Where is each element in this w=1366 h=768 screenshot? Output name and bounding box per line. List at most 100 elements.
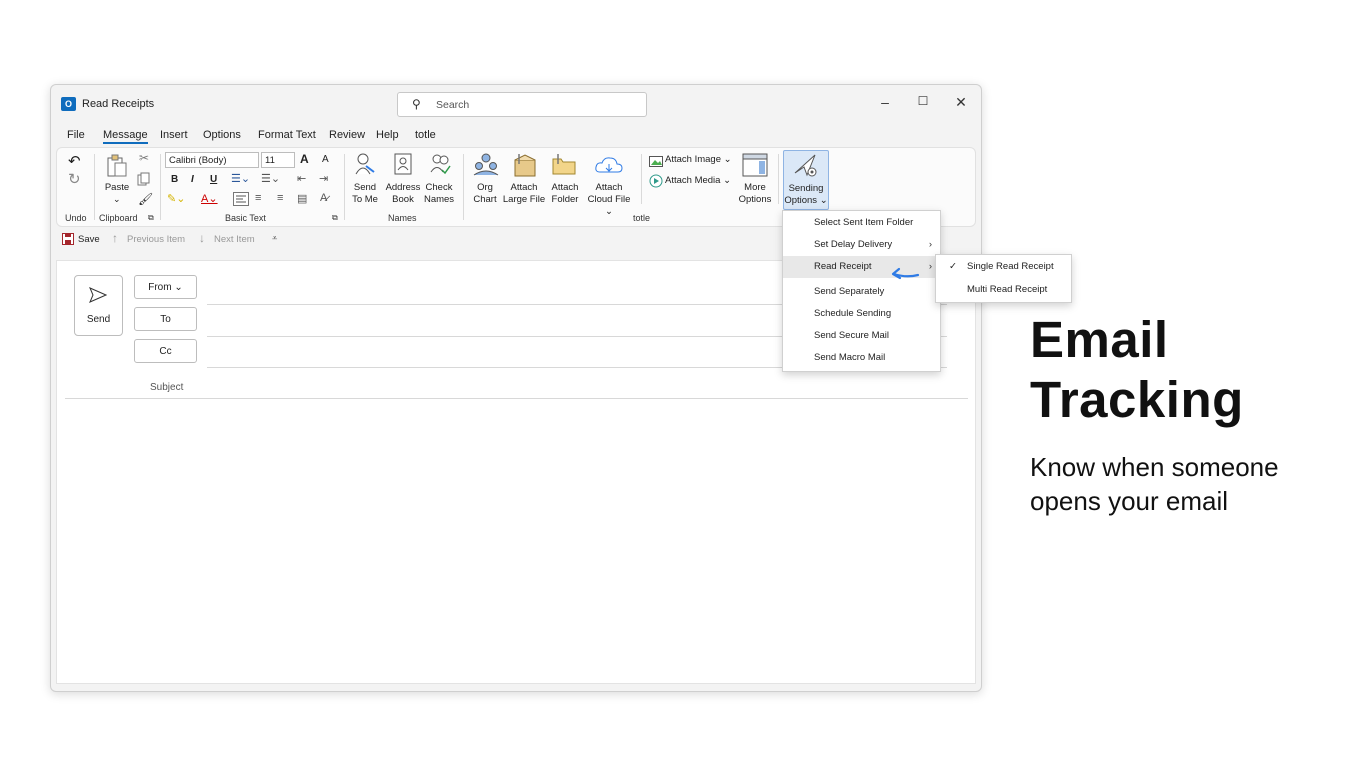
org-chart-button[interactable]: Org Chart [470, 182, 500, 206]
menu-insert[interactable]: Insert [160, 129, 188, 141]
search-box[interactable]: ⚲ Search [397, 92, 647, 117]
attach-media-button[interactable]: Attach Media ⌄ [665, 175, 731, 187]
menu-options[interactable]: Options [203, 129, 241, 141]
totle-group-label: totle [633, 213, 651, 223]
checkmark-icon: ✓ [949, 261, 957, 272]
grow-font-button[interactable]: A [300, 152, 309, 166]
send-to-me-icon[interactable] [354, 152, 376, 181]
customize-toolbar-icon[interactable]: ⩡ [272, 233, 277, 245]
address-book-label-1: Address [385, 182, 421, 193]
highlight-icon[interactable]: ✎⌄ [167, 192, 185, 205]
attach-large-file-icon[interactable] [510, 152, 538, 183]
chevron-right-icon: › [928, 239, 932, 250]
copy-icon[interactable] [137, 172, 151, 191]
subject-field[interactable] [65, 398, 968, 399]
attach-cloud-file-label-1: Attach [595, 182, 623, 193]
address-book-button[interactable]: Address Book [382, 182, 424, 206]
previous-item-button[interactable]: Previous Item [127, 234, 185, 246]
menu-item-label: Select Sent Item Folder [814, 217, 914, 228]
attach-media-label: Attach Media [665, 175, 721, 186]
shrink-font-button[interactable]: A [322, 154, 329, 165]
attach-media-icon[interactable] [649, 174, 663, 193]
search-icon: ⚲ [412, 97, 421, 111]
menu-item-select-sent-item-folder[interactable]: Select Sent Item Folder [783, 212, 940, 234]
underline-button[interactable]: U [210, 174, 217, 185]
to-button[interactable]: To [134, 307, 197, 331]
justify-icon[interactable]: ▤ [297, 192, 307, 205]
org-chart-icon[interactable] [473, 152, 499, 181]
redo-icon[interactable]: ↻ [68, 170, 81, 188]
increase-indent-icon[interactable]: ⇥ [319, 172, 328, 185]
promo-subtitle-line-2: opens your email [1030, 486, 1228, 516]
send-to-me-button[interactable]: Send To Me [348, 182, 382, 206]
send-button[interactable]: Send [74, 275, 123, 336]
maximize-button[interactable]: ☐ [911, 94, 935, 114]
align-left-icon[interactable] [233, 192, 249, 211]
attach-folder-label-2: Folder [551, 194, 579, 205]
address-book-icon[interactable] [393, 152, 413, 181]
paste-label[interactable]: Paste [103, 182, 131, 194]
title-bar: O Read Receipts ⚲ Search – ☐ ✕ [51, 85, 981, 123]
more-options-icon[interactable] [742, 153, 768, 182]
send-label: Send [86, 314, 111, 325]
attach-image-icon[interactable] [649, 154, 663, 172]
org-chart-label-1: Org [477, 182, 493, 193]
italic-button[interactable]: I [191, 174, 194, 185]
more-options-label-1: More [744, 182, 766, 193]
save-icon[interactable] [62, 233, 74, 248]
align-right-icon[interactable]: ≡ [277, 192, 283, 204]
menu-item-send-secure-mail[interactable]: Send Secure Mail [783, 325, 940, 347]
menu-help[interactable]: Help [376, 129, 399, 141]
close-button[interactable]: ✕ [949, 94, 973, 114]
font-name-box[interactable]: Calibri (Body) [165, 152, 259, 168]
menu-message[interactable]: Message [103, 129, 148, 144]
attach-large-file-button[interactable]: Attach Large File [502, 182, 546, 206]
align-center-icon[interactable]: ≡ [255, 192, 261, 204]
attach-cloud-file-icon[interactable] [594, 154, 624, 181]
sending-options-label: Sending Options ⌄ [784, 183, 828, 206]
menu-format-text[interactable]: Format Text [258, 129, 316, 141]
menu-item-send-macro-mail[interactable]: Send Macro Mail [783, 347, 940, 369]
paste-chevron-icon[interactable]: ⌄ [113, 194, 121, 205]
save-button[interactable]: Save [78, 234, 100, 246]
font-color-icon[interactable]: A⌄ [201, 192, 218, 205]
menu-item-multi-read-receipt[interactable]: Multi Read Receipt [936, 279, 1071, 301]
menu-file[interactable]: File [67, 129, 85, 141]
numbering-icon[interactable]: ☰⌄ [261, 172, 280, 185]
cut-icon[interactable]: ✂ [139, 151, 149, 165]
attach-image-button[interactable]: Attach Image ⌄ [665, 154, 732, 166]
sending-options-button[interactable]: Sending Options ⌄ [783, 150, 829, 210]
clipboard-icon[interactable] [106, 154, 128, 183]
font-size-box[interactable]: 11 [261, 152, 295, 168]
check-names-button[interactable]: Check Names [421, 182, 457, 206]
address-book-label-2: Book [392, 194, 414, 205]
send-icon [89, 287, 108, 306]
menu-item-set-delay-delivery[interactable]: Set Delay Delivery › [783, 234, 940, 256]
clipboard-launcher-icon[interactable]: ⧉ [148, 213, 154, 223]
menu-item-schedule-sending[interactable]: Schedule Sending [783, 303, 940, 325]
check-names-icon[interactable] [428, 152, 452, 181]
bullets-icon[interactable]: ☰⌄ [231, 172, 250, 185]
menu-review[interactable]: Review [329, 129, 365, 141]
check-names-label-2: Names [423, 194, 455, 205]
outlook-window: O Read Receipts ⚲ Search – ☐ ✕ File Mess… [50, 84, 982, 692]
attach-cloud-file-button[interactable]: Attach Cloud File ⌄ [583, 182, 635, 218]
minimize-button[interactable]: – [873, 94, 897, 114]
basic-text-launcher-icon[interactable]: ⧉ [332, 213, 338, 223]
format-painter-icon[interactable]: 🖌 [138, 192, 153, 206]
attach-folder-button[interactable]: Attach Folder [547, 182, 583, 206]
next-item-button[interactable]: Next Item [214, 234, 255, 246]
more-options-button[interactable]: More Options [736, 182, 774, 206]
attach-folder-icon[interactable] [551, 152, 577, 181]
menu-bar: File Message Insert Options Format Text … [51, 127, 981, 147]
from-button[interactable]: From ⌄ [134, 275, 197, 299]
menu-totle[interactable]: totle [415, 129, 436, 141]
clear-formatting-icon[interactable]: A̷ [320, 192, 327, 204]
cc-button[interactable]: Cc [134, 339, 197, 363]
sending-options-label-2: Options [784, 195, 818, 206]
menu-item-label: Multi Read Receipt [967, 284, 1048, 295]
decrease-indent-icon[interactable]: ⇤ [297, 172, 306, 185]
undo-icon[interactable]: ↶ [68, 152, 81, 170]
menu-item-single-read-receipt[interactable]: ✓ Single Read Receipt [936, 256, 1071, 278]
bold-button[interactable]: B [171, 174, 178, 185]
